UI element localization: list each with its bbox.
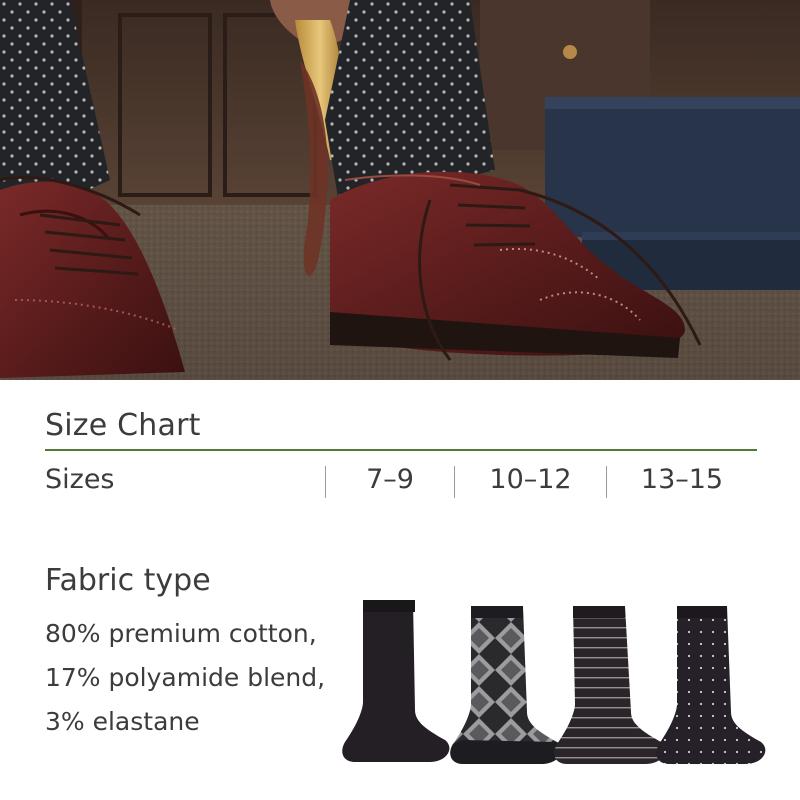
sizes-row-label: Sizes: [45, 464, 115, 495]
sock-product-lineup: [335, 590, 800, 780]
sock-dotted-icon: [656, 606, 766, 764]
hero-photo: [0, 0, 800, 380]
sock-argyle-icon: [450, 606, 562, 764]
dress-shoe-photo-icon: [0, 0, 800, 380]
size-cell-10-12: 10–12: [489, 464, 572, 495]
size-cell-13-15: 13–15: [640, 464, 724, 495]
sock-solid-icon: [342, 600, 450, 762]
fabric-line-elastane: 3% elastane: [45, 707, 200, 736]
fabric-line-polyamide: 17% polyamide blend,: [45, 663, 326, 692]
fabric-type-title: Fabric type: [45, 563, 211, 598]
sock-striped-icon: [554, 606, 666, 764]
size-chart-title: Size Chart: [45, 408, 201, 443]
size-cell-7-9: 7–9: [366, 464, 414, 495]
fabric-line-cotton: 80% premium cotton,: [45, 619, 317, 648]
size-chart-divider: [45, 449, 757, 451]
